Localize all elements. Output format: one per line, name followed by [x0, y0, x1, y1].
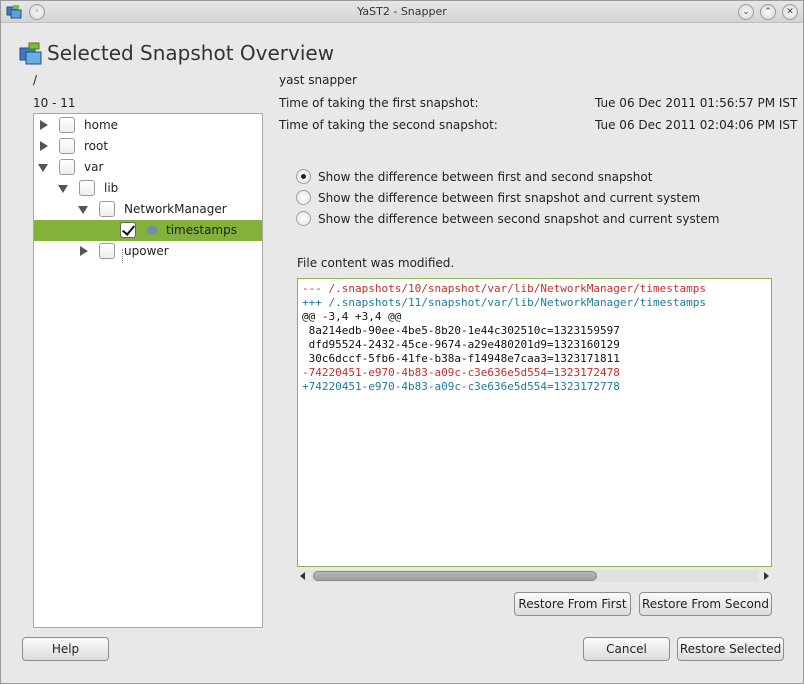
second-snapshot-time: Tue 06 Dec 2011 02:04:06 PM IST — [595, 118, 798, 132]
snapper-heading-icon — [19, 42, 42, 65]
scroll-left-icon[interactable] — [300, 572, 305, 580]
page-title: Selected Snapshot Overview — [47, 41, 335, 65]
snapper-window: ◦ YaST2 - Snapper ⌄ ⌃ ✕ Selected Snapsho… — [0, 0, 804, 684]
diff-line: +++ /.snapshots/11/snapshot/var/lib/Netw… — [302, 296, 706, 309]
cancel-button[interactable]: Cancel — [583, 637, 670, 661]
snapper-name: yast snapper — [279, 73, 357, 87]
diff-line: --- /.snapshots/10/snapshot/var/lib/Netw… — [302, 282, 706, 295]
restore-from-second-button[interactable]: Restore From Second — [639, 592, 772, 616]
tree-checkbox[interactable] — [59, 138, 75, 154]
collapse-arrow-icon[interactable] — [78, 206, 88, 214]
tree-item-networkmanager[interactable]: NetworkManager — [34, 199, 262, 220]
radio-first-current[interactable] — [296, 190, 311, 205]
maximize-icon[interactable]: ⌃ — [760, 4, 776, 20]
diff-line: 30c6dccf-5fb6-41fe-b38a-f14948e7caa3=132… — [302, 352, 620, 365]
restore-from-first-button[interactable]: Restore From First — [514, 592, 631, 616]
radio-first-second[interactable] — [296, 169, 311, 184]
tree-checkbox[interactable] — [59, 159, 75, 175]
tree-item-lib[interactable]: lib — [34, 178, 262, 199]
radio-second-current[interactable] — [296, 211, 311, 226]
tree-item-label: timestamps — [166, 223, 237, 237]
tree-item-label: NetworkManager — [124, 202, 227, 216]
tree-item-root[interactable]: root — [34, 136, 262, 157]
first-snapshot-label: Time of taking the first snapshot: — [279, 96, 479, 110]
radio-first-second-label[interactable]: Show the difference between first and se… — [318, 170, 652, 184]
tree-item-home[interactable]: home — [34, 115, 262, 136]
help-button[interactable]: Help — [22, 637, 109, 661]
collapse-arrow-icon[interactable] — [38, 164, 48, 172]
tree-item-label: root — [84, 139, 109, 153]
file-icon — [147, 225, 157, 235]
expand-arrow-icon[interactable] — [80, 246, 88, 256]
tree-item-label: home — [84, 118, 119, 132]
diff-view[interactable]: --- /.snapshots/10/snapshot/var/lib/Netw… — [297, 278, 772, 567]
scroll-right-icon[interactable] — [764, 572, 769, 580]
tree-checkbox[interactable] — [99, 201, 115, 217]
diff-line: dfd95524-2432-45ce-9674-a29e480201d9=132… — [302, 338, 620, 351]
diff-line: 8a214edb-90ee-4be5-8b20-1e44c302510c=132… — [302, 324, 620, 337]
radio-second-current-label[interactable]: Show the difference between second snaps… — [318, 212, 720, 226]
tree-item-var[interactable]: var — [34, 157, 262, 178]
tree-item-label: var — [84, 160, 104, 174]
window-title: YaST2 - Snapper — [357, 5, 447, 18]
expand-arrow-icon[interactable] — [40, 141, 48, 151]
first-snapshot-time: Tue 06 Dec 2011 01:56:57 PM IST — [595, 96, 798, 110]
diff-line: -74220451-e970-4b83-a09c-c3e636e5d554=13… — [302, 366, 620, 379]
snapshot-range: 10 - 11 — [33, 96, 76, 110]
file-tree[interactable]: home root var lib NetworkManager timesta… — [33, 113, 263, 628]
tree-checkbox[interactable] — [79, 180, 95, 196]
tree-item-timestamps[interactable]: timestamps — [34, 220, 262, 241]
restore-selected-button[interactable]: Restore Selected — [677, 637, 784, 661]
tree-item-label: upower — [124, 244, 169, 258]
diff-status: File content was modified. — [297, 256, 455, 270]
tree-item-upower[interactable]: upower — [34, 241, 262, 262]
close-icon[interactable]: ✕ — [782, 4, 798, 20]
radio-first-current-label[interactable]: Show the difference between first snapsh… — [318, 191, 700, 205]
tree-checkbox-checked[interactable] — [120, 222, 136, 238]
second-snapshot-label: Time of taking the second snapshot: — [279, 118, 498, 132]
minimize-icon[interactable]: ⌄ — [738, 4, 754, 20]
diff-line: +74220451-e970-4b83-a09c-c3e636e5d554=13… — [302, 380, 620, 393]
tree-item-label: lib — [104, 181, 119, 195]
expand-arrow-icon[interactable] — [40, 120, 48, 130]
diff-horizontal-scrollbar[interactable] — [297, 568, 772, 584]
tree-checkbox[interactable] — [59, 117, 75, 133]
current-path: / — [33, 73, 38, 87]
scroll-thumb[interactable] — [313, 571, 597, 581]
title-bar: ◦ YaST2 - Snapper ⌄ ⌃ ✕ — [1, 1, 803, 23]
tree-checkbox[interactable] — [99, 243, 115, 259]
diff-line: @@ -3,4 +3,4 @@ — [302, 310, 402, 323]
collapse-arrow-icon[interactable] — [58, 185, 68, 193]
